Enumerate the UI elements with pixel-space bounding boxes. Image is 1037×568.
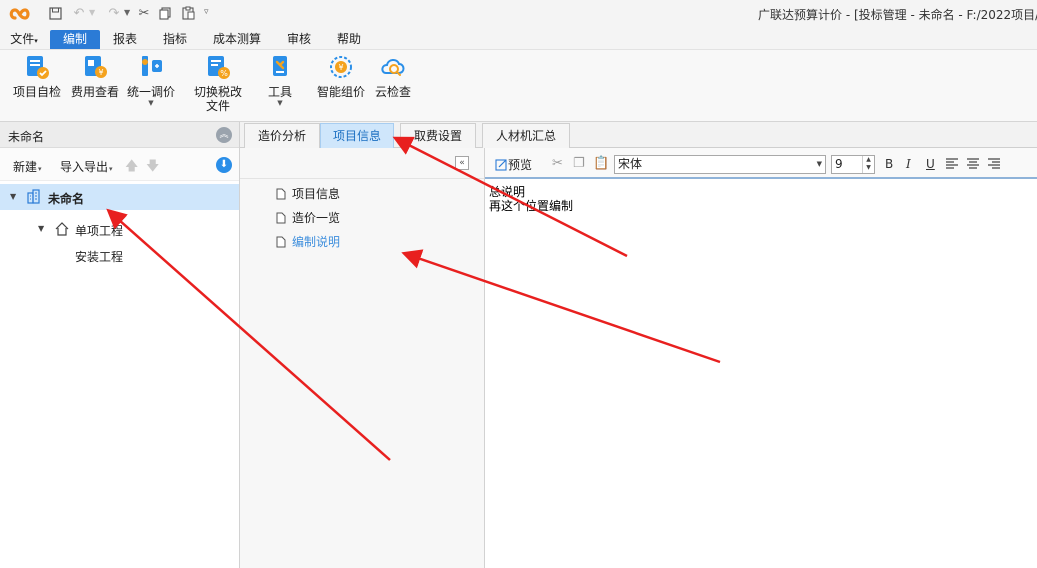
font-size-stepper[interactable]: 9 ▲ ▼ <box>831 155 875 174</box>
nav-item-compilation-notes[interactable]: 编制说明 <box>276 233 340 251</box>
bold-button[interactable]: B <box>885 157 893 171</box>
new-button[interactable]: 新建▾ <box>13 158 42 175</box>
move-down-icon[interactable]: 🡇 <box>146 157 159 179</box>
tree-item-project[interactable]: ▼ 未命名 <box>0 184 239 210</box>
price-adjust-icon <box>142 56 162 76</box>
tree-expand-icon[interactable]: ▼ <box>10 192 16 201</box>
title-bar: ↶ ▼ ↷ ▼ ✂ ▿ 广联达预算计价 - [投标管理 - 未命名 - F:/2… <box>0 0 1037 28</box>
menu-cost-estimate[interactable]: 成本测算 <box>207 30 267 49</box>
align-left-icon[interactable] <box>946 158 958 169</box>
price-adjust-button[interactable]: 统一调价 ▼ <box>124 54 178 107</box>
undo-icon[interactable]: ↶ <box>72 5 86 21</box>
nav-item-project-info[interactable]: 项目信息 <box>276 185 340 203</box>
underline-button[interactable]: U <box>926 157 935 171</box>
price-adjust-dropdown-icon[interactable]: ▼ <box>124 99 178 107</box>
redo-icon[interactable]: ↷ <box>107 5 121 21</box>
menu-review[interactable]: 审核 <box>282 30 316 49</box>
tree-item-label: 未命名 <box>48 192 85 206</box>
cut-icon[interactable]: ✂ <box>136 5 152 21</box>
svg-text:¥: ¥ <box>98 68 103 77</box>
tab-bar: 造价分析 项目信息 取费设置 人材机汇总 <box>240 122 1037 148</box>
project-check-button[interactable]: 项目自检 <box>10 54 64 99</box>
info-nav-toolbar: « <box>240 148 484 179</box>
tools-dropdown-icon[interactable]: ▼ <box>260 99 300 107</box>
project-tree-header: 未命名 ︽ <box>0 122 239 148</box>
paste-icon[interactable] <box>181 5 195 21</box>
project-check-icon <box>27 56 49 79</box>
editor-content[interactable]: 总说明 再这个位置编制 <box>489 185 573 213</box>
editor-line: 总说明 <box>489 185 526 199</box>
copy-icon[interactable] <box>158 5 172 21</box>
smart-pricing-icon: ¥ <box>330 56 352 78</box>
collapse-left-icon[interactable]: « <box>455 156 469 170</box>
tax-switch-icon: % <box>208 56 230 79</box>
italic-button[interactable]: I <box>906 157 911 171</box>
document-icon <box>276 188 286 200</box>
ribbon-toolbar: 项目自检 ¥ 费用查看 统一调价 ▼ % 切换税改 文件 工具 ▼ ¥ 智能组价… <box>0 49 1037 122</box>
menu-help[interactable]: 帮助 <box>331 30 367 49</box>
tab-cost-analysis[interactable]: 造价分析 <box>244 123 320 148</box>
align-right-icon[interactable] <box>988 158 1000 169</box>
stepper-arrows-icon[interactable]: ▲ ▼ <box>862 156 874 173</box>
cut-icon[interactable]: ✂ <box>552 156 563 171</box>
tab-project-info[interactable]: 项目信息 <box>320 123 394 148</box>
chevron-down-icon: ▼ <box>816 160 822 168</box>
tools-icon <box>273 56 287 76</box>
document-icon <box>276 212 286 224</box>
editor-line: 再这个位置编制 <box>489 199 574 213</box>
nav-item-cost-overview[interactable]: 造价一览 <box>276 209 340 227</box>
cloud-check-icon <box>381 59 405 76</box>
menu-file[interactable]: 文件▾ <box>6 30 42 49</box>
tree-item-label: 安装工程 <box>75 250 124 264</box>
menu-edit[interactable]: 编制 <box>50 30 100 49</box>
expand-down-icon[interactable]: ⬇ <box>216 157 232 173</box>
fee-view-button[interactable]: ¥ 费用查看 <box>68 54 122 99</box>
import-export-button[interactable]: 导入导出▾ <box>60 158 113 175</box>
menu-report[interactable]: 报表 <box>108 30 142 49</box>
fee-view-icon: ¥ <box>85 56 107 78</box>
window-title: 广联达预算计价 - [投标管理 - 未命名 - F:/2022项目/ <box>758 8 1037 22</box>
building-icon <box>27 189 40 204</box>
tab-fee-settings[interactable]: 取费设置 <box>400 123 476 148</box>
cloud-check-button[interactable]: 云检查 <box>372 54 414 99</box>
copy-icon[interactable]: ❐ <box>573 156 585 171</box>
house-icon <box>55 222 69 236</box>
redo-dropdown-icon[interactable]: ▼ <box>124 8 130 17</box>
smart-pricing-button[interactable]: ¥ 智能组价 <box>314 54 368 99</box>
undo-dropdown-icon[interactable]: ▼ <box>89 8 95 17</box>
svg-text:¥: ¥ <box>338 63 343 72</box>
move-up-icon[interactable]: 🡅 <box>125 157 138 179</box>
tree-item-single-project[interactable]: ▼ 单项工程 <box>0 216 239 242</box>
preview-button[interactable]: 预览 <box>495 156 532 173</box>
tax-switch-button[interactable]: % 切换税改 文件 <box>186 54 250 113</box>
collapse-up-icon[interactable]: ︽ <box>216 127 232 143</box>
menu-bar: 文件▾ 编制 报表 指标 成本测算 审核 帮助 <box>0 28 1037 49</box>
paste-icon[interactable]: 📋 <box>593 156 609 171</box>
tree-item-label: 单项工程 <box>75 224 124 238</box>
info-nav-panel: « 项目信息 造价一览 编制说明 <box>240 148 485 568</box>
project-tree-toolbar: 新建▾ 导入导出▾ 🡅 🡇 ⬇ <box>0 148 239 181</box>
notes-editor: 预览 ✂ ❐ 📋 宋体 ▼ 9 ▲ ▼ B I U 总说明 再这个位置编制 <box>485 148 1037 568</box>
tools-button[interactable]: 工具 ▼ <box>260 54 300 107</box>
tab-material-summary[interactable]: 人材机汇总 <box>482 123 570 148</box>
app-logo-icon <box>9 8 30 20</box>
document-icon <box>276 236 286 248</box>
project-tree-title: 未命名 <box>8 130 45 144</box>
align-center-icon[interactable] <box>967 158 979 169</box>
tree-expand-icon[interactable]: ▼ <box>38 224 44 233</box>
save-icon[interactable] <box>48 5 62 21</box>
tree-item-installation[interactable]: 安装工程 <box>0 242 239 268</box>
menu-index[interactable]: 指标 <box>156 30 194 49</box>
svg-text:%: % <box>220 69 228 78</box>
font-family-select[interactable]: 宋体 ▼ <box>614 155 826 174</box>
preview-icon <box>495 159 507 171</box>
customize-quick-access-icon[interactable]: ▿ <box>204 7 209 17</box>
editor-toolbar: 预览 ✂ ❐ 📋 宋体 ▼ 9 ▲ ▼ B I U <box>485 148 1037 179</box>
project-tree-panel: 未命名 ︽ 新建▾ 导入导出▾ 🡅 🡇 ⬇ ▼ 未命名 ▼ 单项工程 安装工程 <box>0 122 240 568</box>
